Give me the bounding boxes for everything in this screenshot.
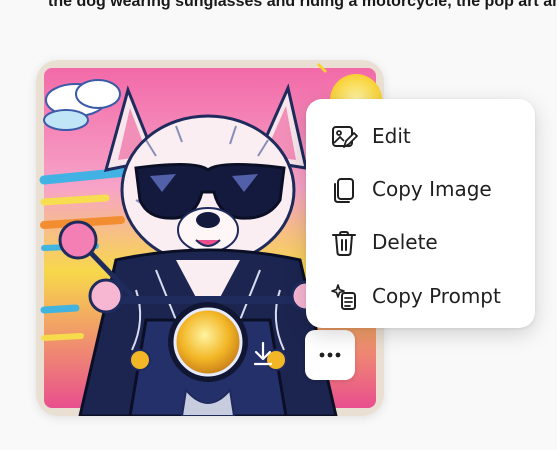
- menu-item-label: Delete: [372, 230, 438, 254]
- copy-icon: [330, 176, 358, 204]
- menu-item-label: Copy Image: [372, 177, 492, 201]
- more-options-button[interactable]: [305, 330, 355, 380]
- menu-item-copy-prompt[interactable]: Copy Prompt: [306, 271, 535, 321]
- context-menu: Edit Copy Image Delete Copy Prompt: [306, 99, 535, 328]
- menu-item-edit[interactable]: Edit: [306, 111, 535, 161]
- download-button[interactable]: [248, 334, 278, 374]
- prompt-text-fragment: the dog wearing sunglasses and riding a …: [48, 0, 557, 10]
- copy-prompt-sparkle-icon: [330, 283, 358, 311]
- menu-item-label: Edit: [372, 124, 411, 148]
- cut-off-prompt-text: the dog wearing sunglasses and riding a …: [0, 0, 557, 18]
- menu-item-delete[interactable]: Delete: [306, 217, 535, 267]
- more-dots-icon: [319, 352, 341, 358]
- menu-item-label: Copy Prompt: [372, 284, 501, 308]
- download-icon: [253, 341, 273, 366]
- trash-icon: [330, 229, 358, 257]
- menu-item-copy-image[interactable]: Copy Image: [306, 164, 535, 214]
- edit-image-icon: [330, 123, 358, 151]
